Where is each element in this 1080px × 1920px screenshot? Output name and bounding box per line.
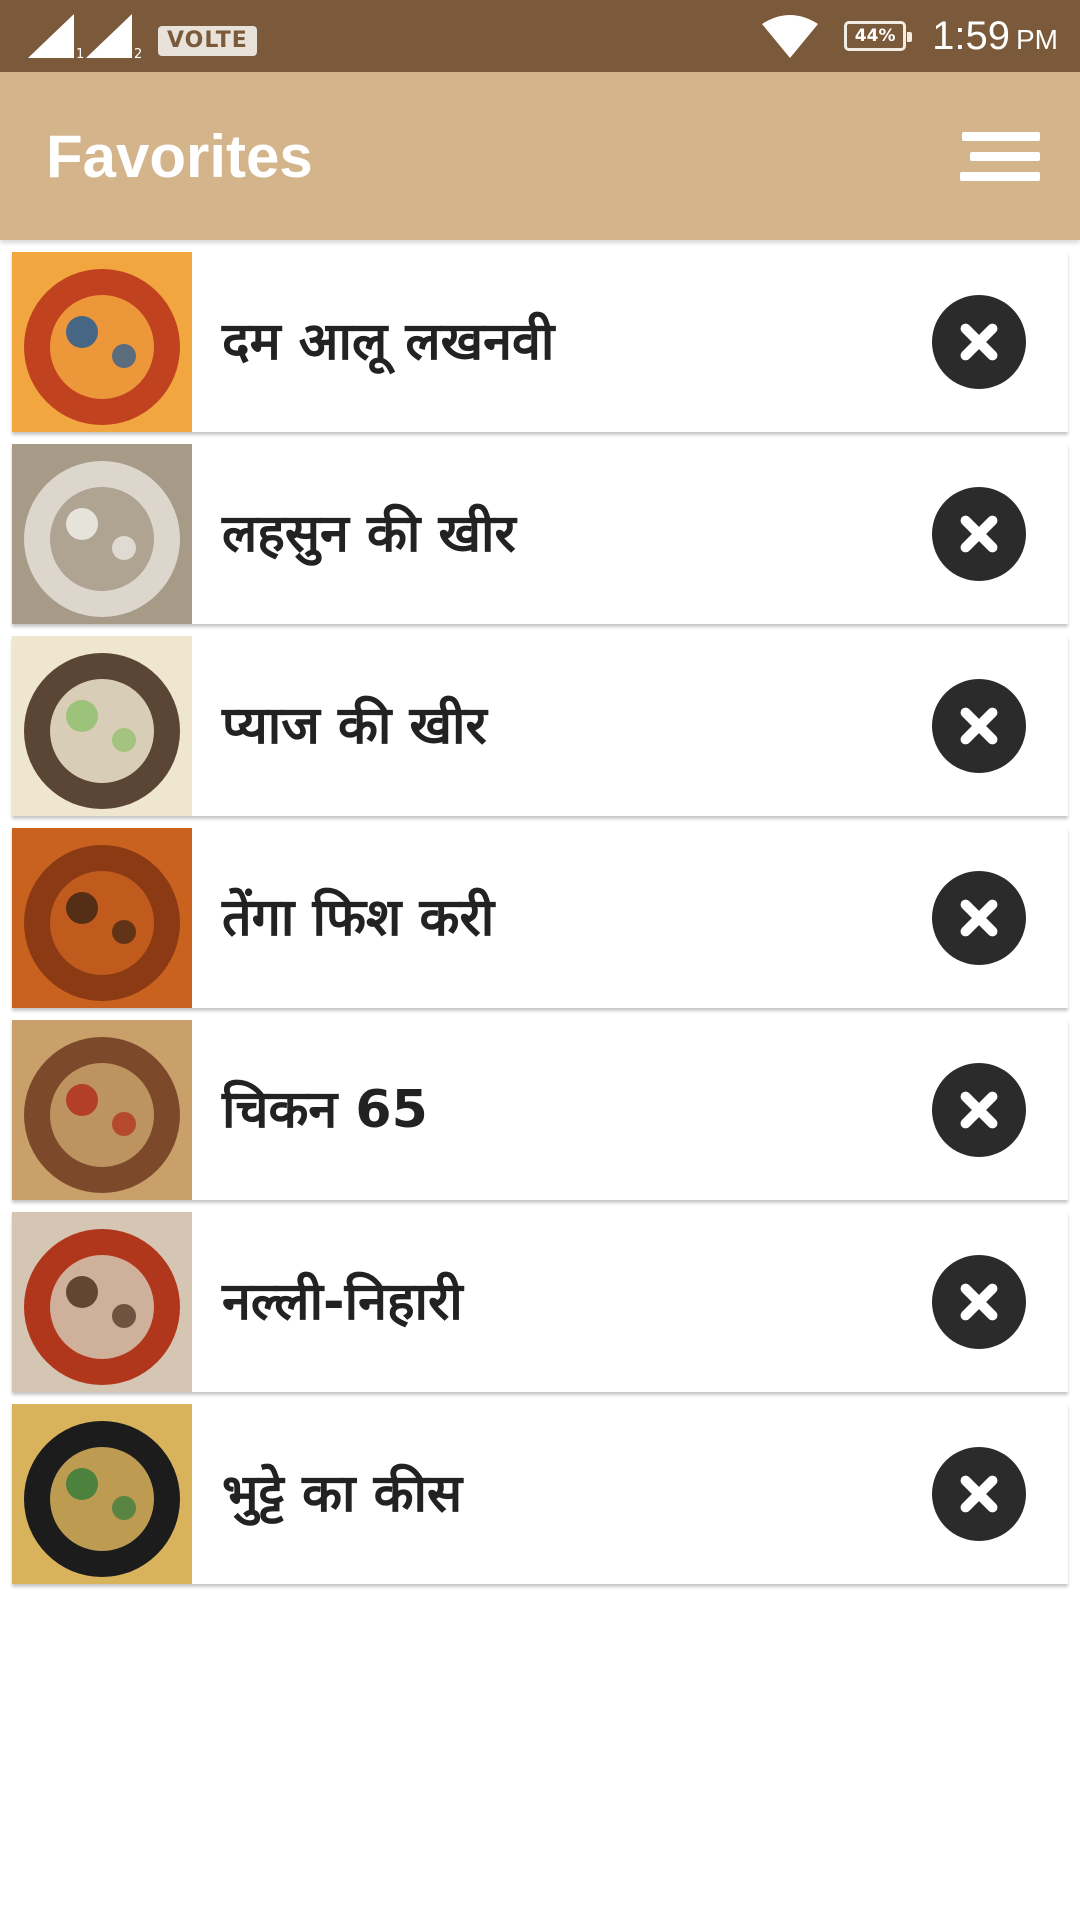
remove-favorite-button[interactable]: [932, 1255, 1026, 1349]
recipe-title: भुट्टे का कीस: [222, 1464, 463, 1524]
recipe-thumbnail: [12, 1404, 192, 1584]
recipe-title: प्याज की खीर: [222, 696, 487, 756]
remove-favorite-button[interactable]: [932, 1447, 1026, 1541]
sim1-label: 1: [76, 47, 85, 62]
sort-line-1: [962, 132, 1040, 141]
sim2-label: 2: [134, 47, 143, 62]
list-item[interactable]: तेंगा फिश करी: [12, 828, 1068, 1008]
battery-level: 44%: [854, 26, 896, 46]
remove-favorite-button[interactable]: [932, 871, 1026, 965]
sort-line-2: [970, 152, 1040, 161]
list-item[interactable]: चिकन 65: [12, 1020, 1068, 1200]
sort-button[interactable]: [960, 124, 1046, 190]
signal-sim2-icon: 2: [86, 14, 142, 62]
recipe-title: लहसुन की खीर: [222, 504, 516, 564]
status-bar: 1 2 VOLTE 44% 1:59 PM: [0, 0, 1080, 72]
list-item[interactable]: लहसुन की खीर: [12, 444, 1068, 624]
recipe-title: चिकन 65: [222, 1080, 428, 1140]
recipe-title: दम आलू लखनवी: [222, 312, 555, 372]
recipe-thumbnail: [12, 636, 192, 816]
remove-favorite-button[interactable]: [932, 1063, 1026, 1157]
recipe-thumbnail: [12, 444, 192, 624]
list-item[interactable]: भुट्टे का कीस: [12, 1404, 1068, 1584]
clock: 1:59 PM: [932, 14, 1058, 59]
status-left: 1 2 VOLTE: [28, 14, 257, 62]
remove-favorite-button[interactable]: [932, 487, 1026, 581]
list-item[interactable]: नल्ली-निहारी: [12, 1212, 1068, 1392]
sort-line-3: [960, 172, 1040, 181]
recipe-thumbnail: [12, 1212, 192, 1392]
battery-icon: 44%: [844, 21, 913, 51]
wifi-icon: [762, 15, 819, 58]
recipe-thumbnail: [12, 252, 192, 432]
remove-favorite-button[interactable]: [932, 295, 1026, 389]
app-bar: Favorites: [0, 72, 1080, 240]
remove-favorite-button[interactable]: [932, 679, 1026, 773]
recipe-thumbnail: [12, 828, 192, 1008]
signal-sim1-icon: 1: [28, 14, 84, 62]
recipe-title: तेंगा फिश करी: [222, 888, 495, 948]
recipe-title: नल्ली-निहारी: [222, 1272, 463, 1332]
list-item[interactable]: प्याज की खीर: [12, 636, 1068, 816]
status-right: 44% 1:59 PM: [762, 10, 1058, 62]
list-item[interactable]: दम आलू लखनवी: [12, 252, 1068, 432]
volte-badge: VOLTE: [158, 26, 257, 56]
clock-time: 1:59: [932, 13, 1010, 58]
page-title: Favorites: [46, 123, 313, 190]
recipe-thumbnail: [12, 1020, 192, 1200]
clock-ampm: PM: [1016, 23, 1058, 55]
